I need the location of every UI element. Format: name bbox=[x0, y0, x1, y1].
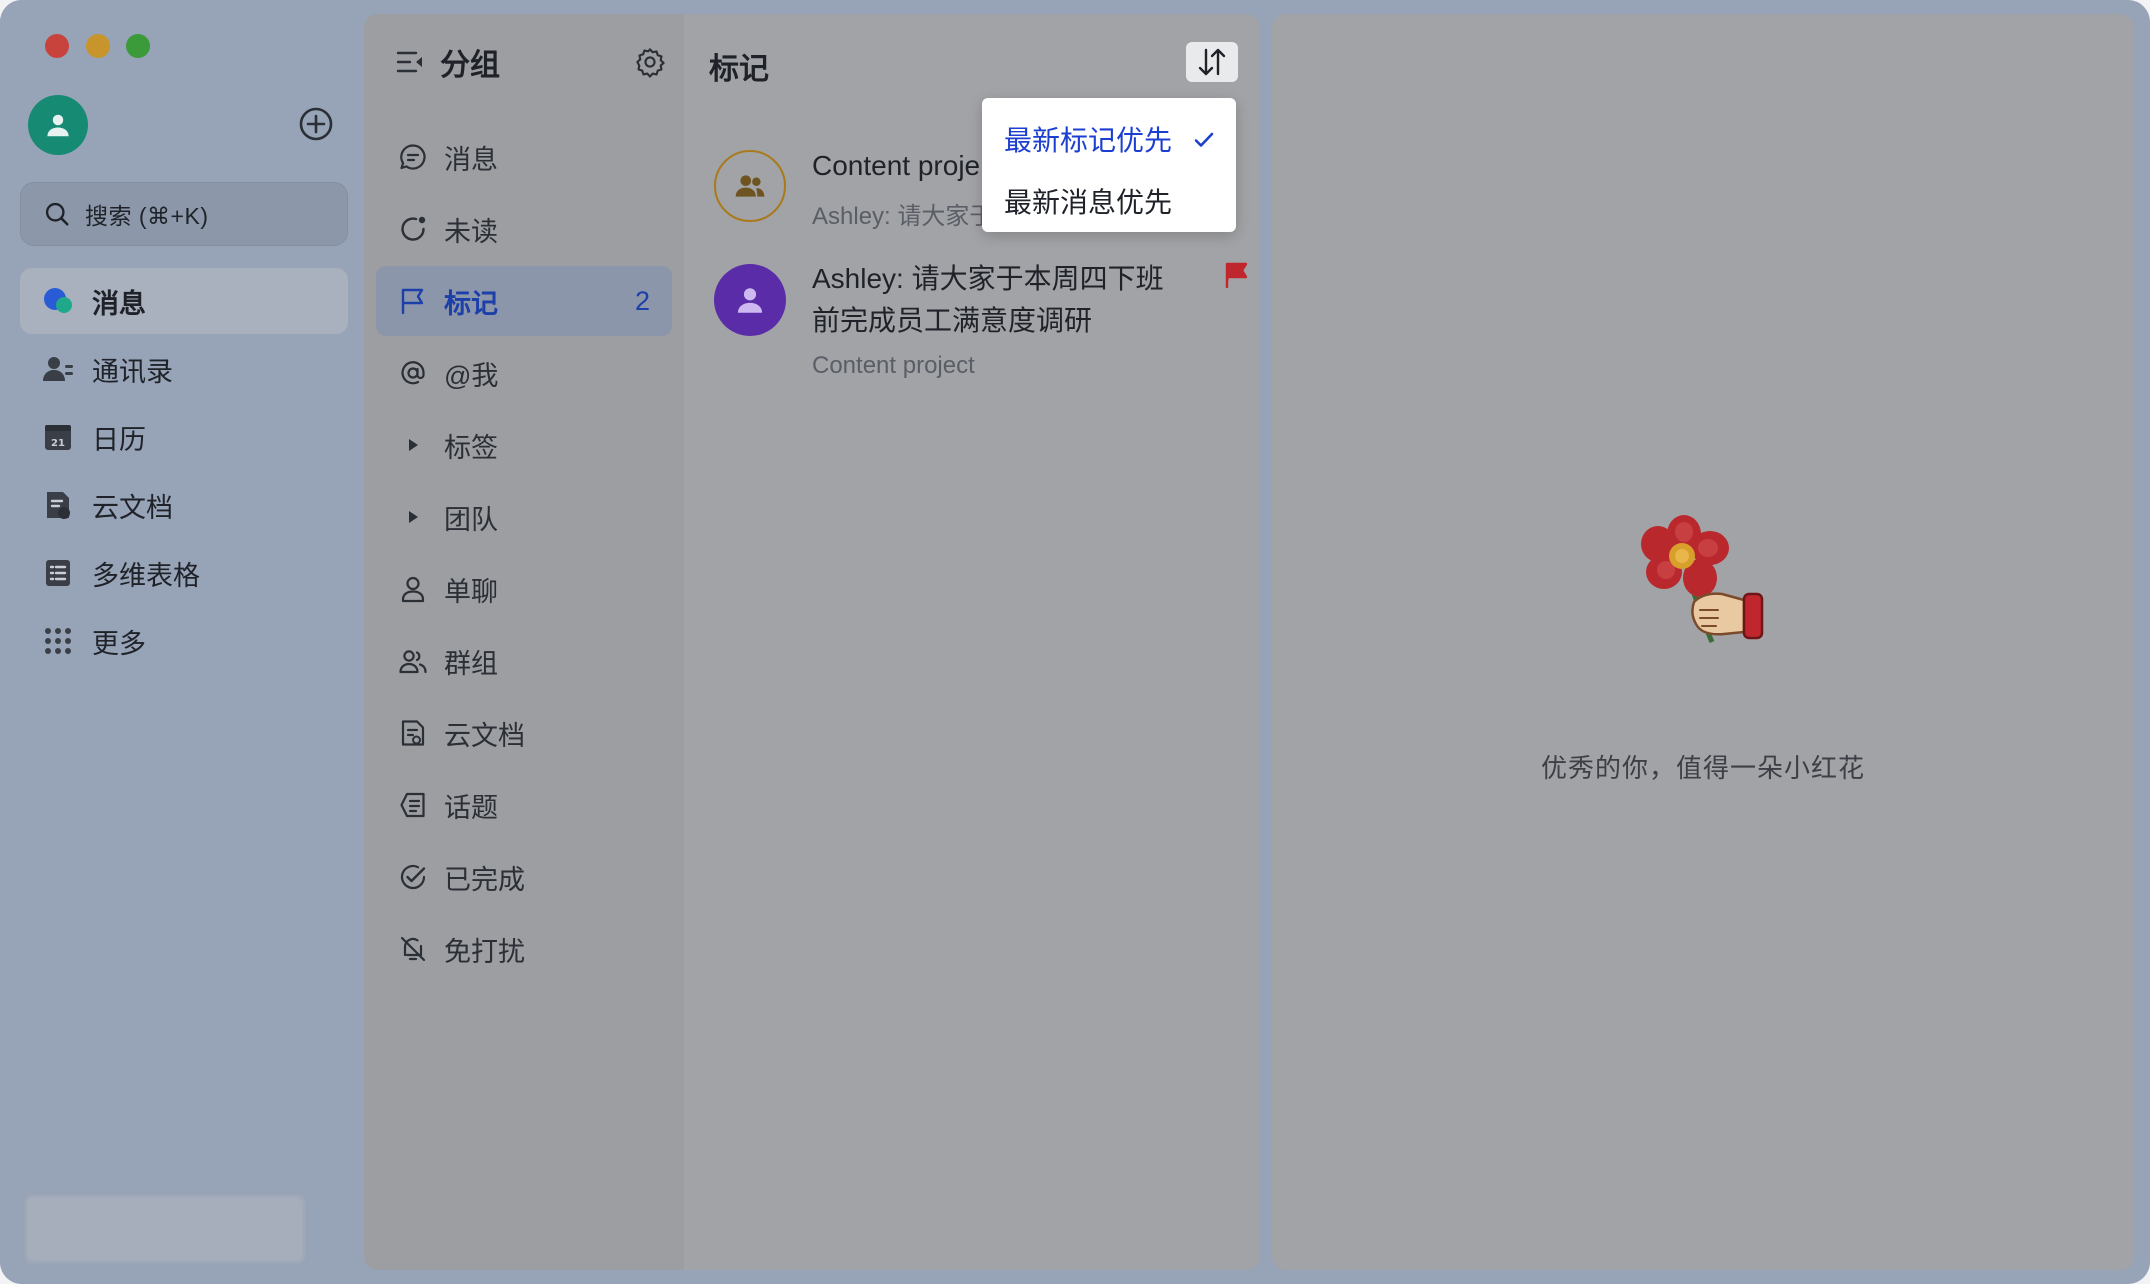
sort-arrows-icon bbox=[1198, 48, 1226, 76]
nav-item-label: 云文档 bbox=[92, 492, 173, 523]
contacts-icon bbox=[43, 357, 73, 381]
group-item-label: 单聊 bbox=[444, 576, 498, 607]
empty-state-text: 优秀的你，值得一朵小红花 bbox=[1540, 753, 1865, 783]
flag-outline-icon bbox=[401, 288, 424, 315]
nav-list: 消息 通讯录 21 日历 云文档 多维表格 更多 bbox=[20, 268, 348, 676]
cloud-doc-icon bbox=[47, 492, 70, 519]
person-avatar-icon bbox=[737, 288, 763, 313]
group-item-label: 免打扰 bbox=[444, 936, 525, 967]
sort-dropdown-menu: 最新标记优先 最新消息优先 bbox=[982, 98, 1236, 232]
conversation-item[interactable]: Ashley: 请大家于本周四下班前完成员工满意度调研 Content proj… bbox=[714, 250, 1248, 390]
gear-icon[interactable] bbox=[634, 46, 666, 78]
user-avatar[interactable] bbox=[28, 95, 88, 155]
doc-icon bbox=[401, 720, 425, 746]
group-item-docs[interactable]: 云文档 bbox=[376, 698, 672, 768]
nav-item-label: 日历 bbox=[92, 424, 146, 455]
collapse-menu-icon[interactable] bbox=[394, 46, 426, 78]
group-item-direct[interactable]: 单聊 bbox=[376, 554, 672, 624]
sort-option-label: 最新消息优先 bbox=[1004, 187, 1173, 218]
person-icon bbox=[47, 114, 69, 137]
main-nav: 搜索 (⌘+K) 消息 通讯录 21 日历 云文档 多维表格 更多 bbox=[0, 0, 364, 1284]
group-item-tags[interactable]: 标签 bbox=[376, 410, 672, 480]
nav-item-base[interactable]: 多维表格 bbox=[20, 540, 348, 606]
group-item-mentions[interactable]: @我 bbox=[376, 338, 672, 408]
window-minimize-button[interactable] bbox=[86, 34, 110, 58]
group-item-label: 话题 bbox=[444, 792, 498, 823]
calendar-icon: 21 bbox=[45, 425, 71, 450]
red-flower-illustration bbox=[1641, 515, 1764, 643]
group-avatar-icon bbox=[735, 175, 765, 197]
app-window: 搜索 (⌘+K) 消息 通讯录 21 日历 云文档 多维表格 更多 分组 消息 … bbox=[0, 0, 2150, 1284]
conversation-preview: Ashley: 请大家于 bbox=[812, 203, 994, 230]
nav-item-label: 通讯录 bbox=[92, 356, 173, 387]
caret-right-icon bbox=[409, 511, 418, 523]
conversation-name: Content proje bbox=[812, 150, 981, 181]
group-item-groups[interactable]: 群组 bbox=[376, 626, 672, 696]
nav-item-label: 更多 bbox=[92, 628, 146, 659]
more-grid-icon bbox=[45, 628, 71, 654]
plus-circle-icon[interactable] bbox=[298, 106, 334, 142]
empty-state-panel: 优秀的你，值得一朵小红花 bbox=[1272, 14, 2134, 1270]
conversation-message: Ashley: 请大家于本周四下班前完成员工满意度调研 bbox=[812, 263, 1164, 336]
sort-option-latest-marked[interactable]: 最新标记优先 bbox=[982, 108, 1236, 170]
marked-count-badge: 2 bbox=[634, 285, 650, 316]
nav-item-label: 多维表格 bbox=[92, 560, 200, 591]
group-item-done[interactable]: 已完成 bbox=[376, 842, 672, 912]
group-item-marked[interactable]: 标记 2 bbox=[376, 266, 672, 336]
nav-item-more[interactable]: 更多 bbox=[20, 608, 348, 674]
group-item-messages[interactable]: 消息 bbox=[376, 122, 672, 192]
search-placeholder: 搜索 (⌘+K) bbox=[85, 203, 209, 229]
mute-icon bbox=[400, 936, 426, 962]
group-item-teams[interactable]: 团队 bbox=[376, 482, 672, 552]
group-item-mute[interactable]: 免打扰 bbox=[376, 914, 672, 984]
conversation-source: Content project bbox=[812, 352, 975, 379]
search-input[interactable]: 搜索 (⌘+K) bbox=[20, 182, 348, 246]
group-icon bbox=[399, 650, 427, 674]
sort-button[interactable] bbox=[1186, 42, 1238, 82]
group-item-label: @我 bbox=[444, 360, 499, 391]
window-maximize-button[interactable] bbox=[126, 34, 150, 58]
person-avatar bbox=[714, 264, 786, 336]
unread-icon bbox=[401, 216, 426, 241]
message-icon bbox=[400, 144, 426, 170]
group-item-label: 团队 bbox=[444, 504, 498, 535]
nav-item-messages[interactable]: 消息 bbox=[20, 268, 348, 334]
marked-panel-title: 标记 bbox=[709, 53, 769, 86]
sort-option-label: 最新标记优先 bbox=[1004, 125, 1173, 156]
group-item-label: 消息 bbox=[444, 144, 498, 175]
at-icon bbox=[401, 361, 425, 385]
nav-item-cloud-docs[interactable]: 云文档 bbox=[20, 472, 348, 538]
group-item-label: 标签 bbox=[444, 432, 498, 463]
sort-option-latest-message[interactable]: 最新消息优先 bbox=[982, 170, 1236, 232]
nav-item-contacts[interactable]: 通讯录 bbox=[20, 336, 348, 402]
group-panel-title: 分组 bbox=[440, 49, 500, 82]
topic-icon bbox=[400, 792, 425, 818]
check-icon bbox=[1194, 132, 1214, 147]
group-item-label: 未读 bbox=[444, 216, 498, 247]
group-item-label: 群组 bbox=[444, 648, 498, 679]
group-item-label: 云文档 bbox=[444, 720, 525, 751]
window-close-button[interactable] bbox=[45, 34, 69, 58]
group-panel: 分组 消息 未读 标记 2 @我 标签 团队 单聊 群组 云文档 话题 已完成 … bbox=[364, 14, 684, 1270]
nav-item-label: 消息 bbox=[92, 288, 146, 319]
group-item-label: 已完成 bbox=[444, 864, 525, 895]
group-item-topics[interactable]: 话题 bbox=[376, 770, 672, 840]
calendar-day-text: 21 bbox=[51, 438, 65, 449]
search-icon bbox=[45, 202, 69, 226]
group-item-unread[interactable]: 未读 bbox=[376, 194, 672, 264]
base-table-icon bbox=[46, 560, 70, 586]
blurred-footer bbox=[26, 1196, 304, 1262]
group-item-label: 标记 bbox=[444, 288, 498, 319]
person-icon bbox=[401, 576, 425, 603]
red-flag-icon[interactable] bbox=[1222, 260, 1252, 290]
chat-bubble-icon bbox=[44, 288, 72, 313]
caret-right-icon bbox=[409, 439, 418, 451]
nav-item-calendar[interactable]: 21 日历 bbox=[20, 404, 348, 470]
done-icon bbox=[400, 864, 426, 890]
group-avatar bbox=[714, 150, 786, 222]
group-panel-header: 分组 bbox=[394, 42, 665, 82]
group-list: 消息 未读 标记 2 @我 标签 团队 单聊 群组 云文档 话题 已完成 免打扰 bbox=[376, 122, 672, 986]
